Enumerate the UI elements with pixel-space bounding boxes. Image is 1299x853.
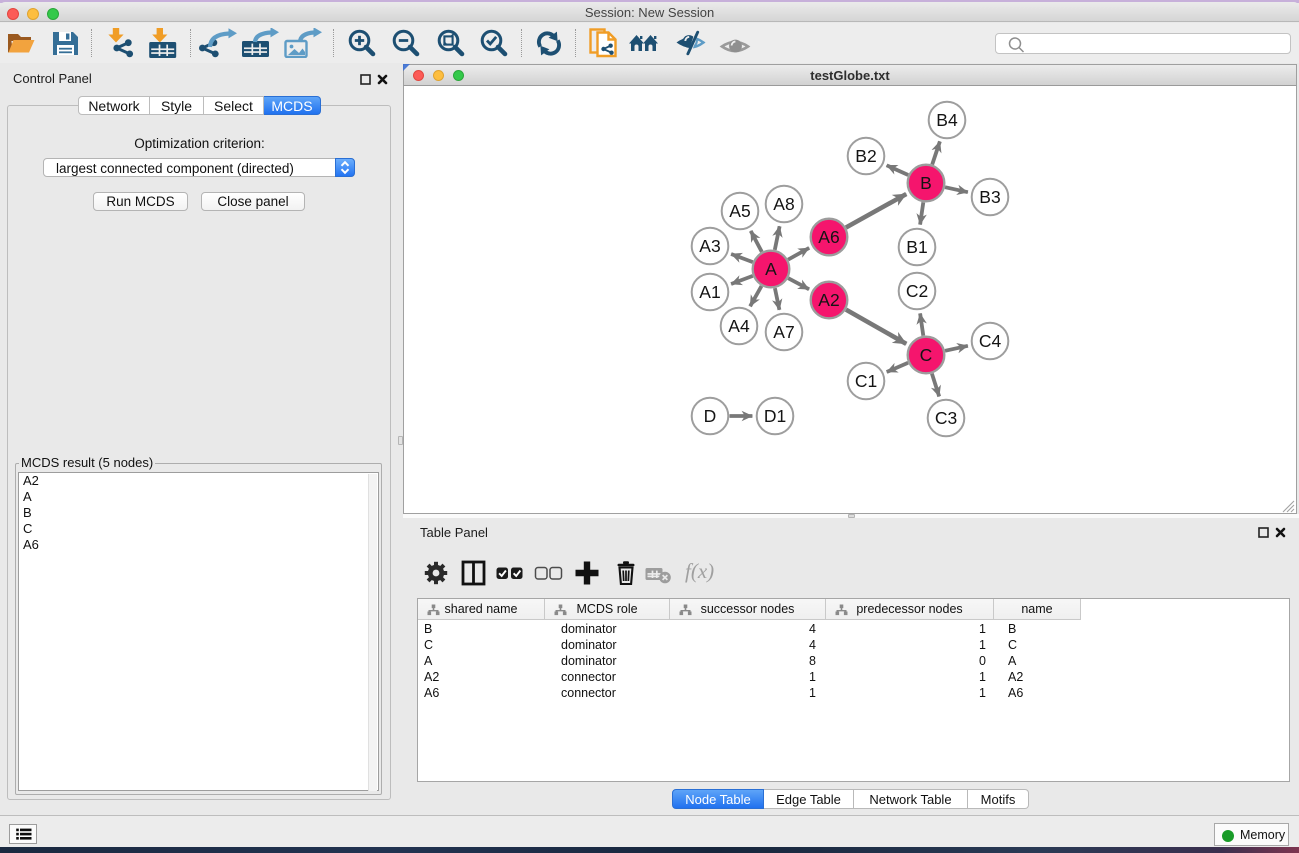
svg-text:A2: A2 — [818, 290, 839, 310]
svg-text:A6: A6 — [818, 227, 839, 247]
svg-text:B4: B4 — [936, 110, 958, 130]
svg-text:B2: B2 — [855, 146, 876, 166]
svg-text:A1: A1 — [699, 282, 720, 302]
svg-text:A7: A7 — [773, 322, 794, 342]
svg-text:C3: C3 — [935, 408, 957, 428]
svg-text:D1: D1 — [764, 406, 786, 426]
svg-text:C1: C1 — [855, 371, 877, 391]
svg-text:A: A — [765, 259, 777, 279]
svg-text:D: D — [704, 406, 717, 426]
svg-text:B: B — [920, 173, 932, 193]
svg-text:A8: A8 — [773, 194, 794, 214]
svg-text:C2: C2 — [906, 281, 928, 301]
svg-text:C: C — [920, 345, 933, 365]
svg-text:C4: C4 — [979, 331, 1002, 351]
svg-text:A4: A4 — [728, 316, 750, 336]
svg-text:B3: B3 — [979, 187, 1000, 207]
svg-text:A3: A3 — [699, 236, 720, 256]
svg-text:B1: B1 — [906, 237, 927, 257]
svg-text:A5: A5 — [729, 201, 750, 221]
